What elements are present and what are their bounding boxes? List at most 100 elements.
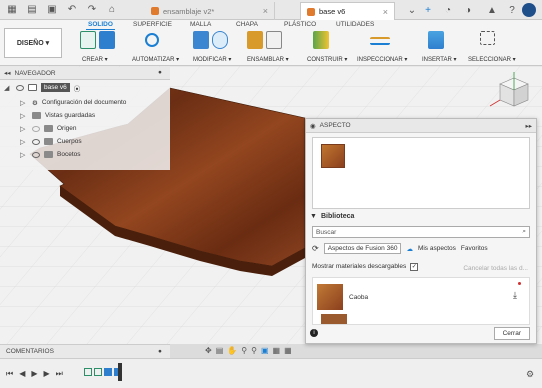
- tab-superficie[interactable]: SUPERFICIE: [133, 21, 172, 28]
- visibility-icon[interactable]: [32, 151, 40, 158]
- tree-item-views[interactable]: ▷ Vistas guardadas: [20, 109, 95, 122]
- tab-solido[interactable]: SOLIDO: [86, 21, 115, 30]
- expand-panel-icon[interactable]: ▸▸: [525, 122, 532, 130]
- joint-icon[interactable]: [266, 31, 282, 49]
- expand-icon[interactable]: ▷: [20, 99, 28, 107]
- tab-favorites[interactable]: Favoritos: [461, 245, 488, 252]
- expand-icon[interactable]: ▷: [20, 125, 28, 133]
- group-inspeccionar[interactable]: INSPECCIONAR ▾: [357, 56, 407, 63]
- save-icon[interactable]: ▣: [44, 2, 60, 18]
- group-insertar[interactable]: INSERTAR ▾: [422, 56, 456, 63]
- grid-menu-icon[interactable]: ▦: [4, 2, 20, 18]
- inspect-tools[interactable]: [370, 31, 390, 49]
- workspace-selector[interactable]: DISEÑO ▾: [4, 28, 62, 58]
- list-item[interactable]: Caoba ⤓: [317, 282, 525, 312]
- visibility-icon[interactable]: [32, 125, 40, 132]
- skip-start-icon[interactable]: ⏮: [6, 369, 13, 379]
- jobs-icon[interactable]: ◑: [460, 2, 476, 18]
- expand-icon[interactable]: ◢: [4, 84, 12, 92]
- comments-bar[interactable]: COMENTARIOS ●: [0, 344, 170, 358]
- step-forward-icon[interactable]: ▶: [44, 369, 50, 379]
- tab-fusion-appearances[interactable]: Aspectos de Fusion 360: [323, 243, 402, 254]
- modify-tools[interactable]: [193, 31, 228, 49]
- new-tab-icon[interactable]: +: [420, 2, 436, 18]
- tab-my-appearances[interactable]: Mis aspectos: [418, 245, 456, 252]
- group-automatizar[interactable]: AUTOMATIZAR ▾: [132, 56, 179, 63]
- skip-end-icon[interactable]: ⏭: [56, 369, 63, 379]
- tree-item-bodies[interactable]: ▷ Cuerpos: [20, 135, 82, 148]
- group-ensamblar[interactable]: ENSAMBLAR ▾: [247, 56, 289, 63]
- group-crear[interactable]: CREAR ▾: [82, 56, 108, 63]
- info-icon[interactable]: i: [310, 329, 318, 337]
- undo-icon[interactable]: ↶: [64, 2, 80, 18]
- look-at-icon[interactable]: ▤: [216, 346, 224, 355]
- fillet-icon[interactable]: [212, 31, 228, 49]
- avatar[interactable]: [522, 3, 536, 17]
- select-icon[interactable]: [480, 31, 495, 45]
- home-icon[interactable]: ⌂: [104, 2, 120, 18]
- orbit-icon[interactable]: ✥: [205, 346, 212, 355]
- tree-item-sketches[interactable]: ▷ Bocetos: [20, 148, 81, 161]
- tab-ensamblaje[interactable]: ensamblaje v2* ×: [145, 2, 275, 20]
- offset-plane-icon[interactable]: [313, 31, 329, 49]
- extrude-icon[interactable]: [99, 31, 115, 49]
- download-icon[interactable]: ⤓: [513, 290, 517, 301]
- sketch-feature-icon[interactable]: [84, 368, 92, 376]
- sketch-icon[interactable]: [80, 31, 96, 49]
- cancel-downloads-link[interactable]: Cancelar todas las d...: [463, 265, 528, 272]
- assemble-tools[interactable]: [247, 31, 282, 49]
- tree-root[interactable]: ◢ base v6 ⦿: [4, 81, 80, 94]
- visibility-icon[interactable]: [32, 138, 40, 145]
- collapse-icon[interactable]: ◉: [310, 122, 316, 130]
- tab-base[interactable]: base v6 ×: [300, 2, 395, 20]
- timeline-marker[interactable]: [118, 363, 122, 381]
- expand-icon[interactable]: ▷: [20, 151, 28, 159]
- collapse-icon[interactable]: ◂◂: [4, 69, 11, 77]
- navigator-header[interactable]: ◂◂ NAVEGADOR ●: [0, 67, 170, 80]
- material-list[interactable]: Caoba ⤓: [312, 277, 530, 325]
- tab-chapa[interactable]: CHAPA: [236, 21, 258, 28]
- expand-icon[interactable]: ▷: [20, 112, 28, 120]
- press-pull-icon[interactable]: [193, 31, 209, 49]
- step-back-icon[interactable]: ◀: [19, 369, 25, 379]
- online-status-icon[interactable]: ◔: [440, 2, 456, 18]
- viewports-icon[interactable]: ▦: [284, 346, 292, 355]
- tab-plastico[interactable]: PLÁSTICO: [284, 21, 316, 28]
- select-tools[interactable]: [480, 31, 495, 49]
- measure-icon[interactable]: [370, 37, 390, 45]
- activate-icon[interactable]: ⦿: [74, 83, 81, 93]
- extrude-feature-icon[interactable]: [104, 368, 112, 376]
- insert-image-icon[interactable]: [428, 31, 444, 49]
- notifications-icon[interactable]: ▲: [484, 2, 500, 18]
- pan-icon[interactable]: ✋: [227, 346, 237, 355]
- close-tab-icon[interactable]: ×: [263, 6, 268, 16]
- close-button[interactable]: Cerrar: [493, 327, 530, 340]
- grid-settings-icon[interactable]: ▦: [273, 346, 281, 355]
- refresh-icon[interactable]: ⟳: [312, 244, 319, 253]
- group-seleccionar[interactable]: SELECCIONAR ▾: [468, 56, 516, 63]
- help-icon[interactable]: ?: [504, 2, 520, 18]
- expand-icon[interactable]: ▷: [20, 138, 28, 146]
- tab-malla[interactable]: MALLA: [190, 21, 211, 28]
- show-downloadable-checkbox[interactable]: ✓: [410, 263, 419, 271]
- tab-utilidades[interactable]: UTILIDADES: [336, 21, 374, 28]
- group-modificar[interactable]: MODIFICAR ▾: [193, 56, 231, 63]
- file-menu-icon[interactable]: ▤: [24, 2, 40, 18]
- close-tab-icon[interactable]: ×: [383, 7, 388, 17]
- redo-icon[interactable]: ↷: [84, 2, 100, 18]
- display-settings-icon[interactable]: ▣: [261, 346, 269, 355]
- panel-header[interactable]: ◉ ASPECTO ▸▸: [306, 119, 536, 133]
- comments-options-icon[interactable]: ●: [158, 348, 162, 355]
- chevron-down-icon[interactable]: ⌄: [404, 2, 420, 18]
- play-icon[interactable]: ▶: [31, 369, 37, 379]
- material-swatch-icon[interactable]: [321, 144, 345, 168]
- tree-item-origin[interactable]: ▷ Origen: [20, 122, 77, 135]
- zoom-icon[interactable]: ⚲: [241, 346, 247, 355]
- automate-icon[interactable]: [145, 33, 159, 47]
- gear-icon[interactable]: ⚙: [526, 369, 534, 380]
- automate-tools[interactable]: [145, 31, 159, 49]
- visibility-icon[interactable]: [16, 84, 24, 91]
- group-construir[interactable]: CONSTRUIR ▾: [307, 56, 347, 63]
- navigator-options-icon[interactable]: ●: [158, 69, 162, 76]
- insert-tools[interactable]: [428, 31, 444, 49]
